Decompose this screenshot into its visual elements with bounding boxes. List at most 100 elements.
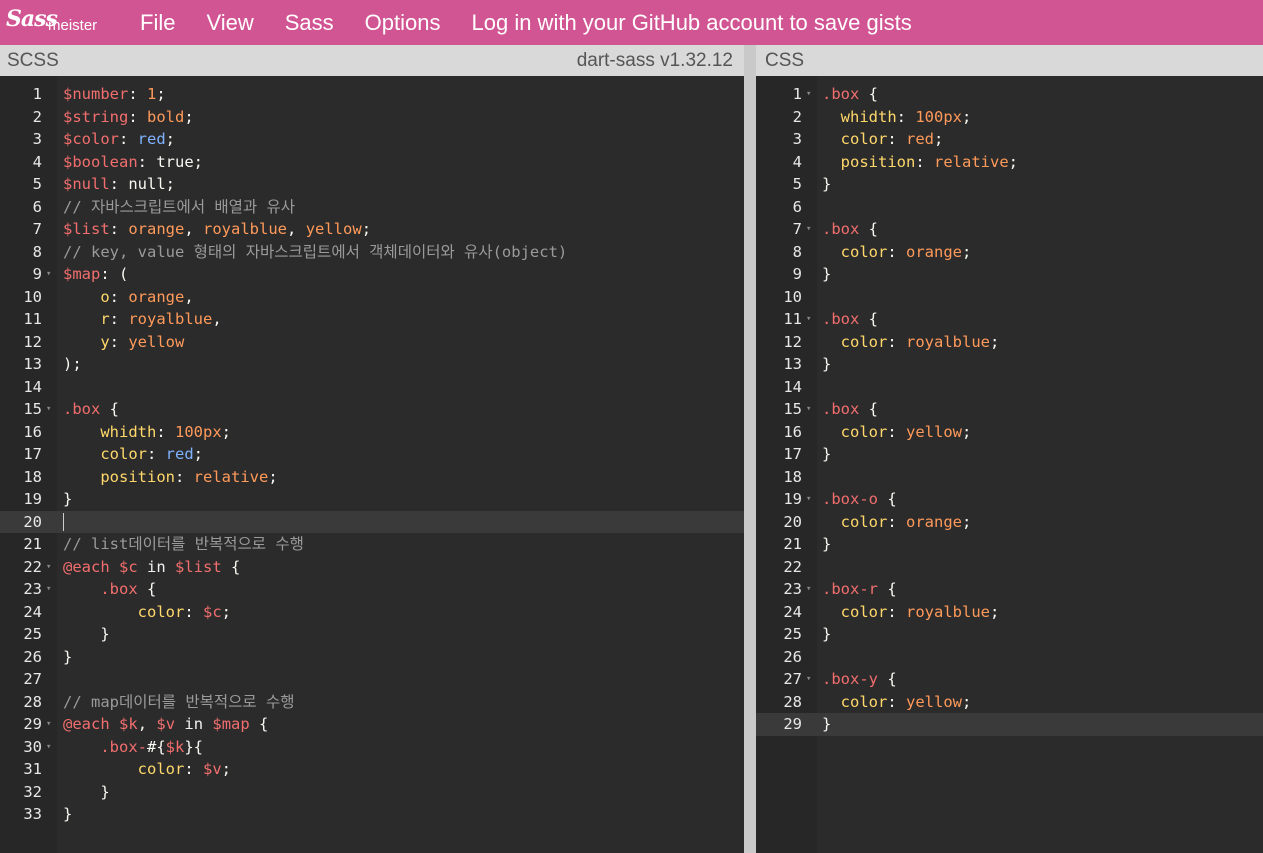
- fold-arrow-icon[interactable]: ▾: [806, 308, 811, 331]
- line-number: 33: [23, 805, 42, 823]
- code-text: }: [822, 715, 832, 733]
- code-line[interactable]: 31 color: $v;: [0, 758, 744, 781]
- code-line[interactable]: 9}: [756, 263, 1263, 286]
- line-number: 20: [23, 512, 42, 531]
- code-line[interactable]: 22 ▾ @each $c in $list {: [0, 556, 744, 579]
- code-line[interactable]: 28 color: yellow;: [756, 691, 1263, 714]
- code-line[interactable]: 30 ▾ .box-#{$k}{: [0, 736, 744, 759]
- fold-arrow-icon[interactable]: ▾: [806, 398, 811, 421]
- code-line[interactable]: 23 ▾ .box-r {: [756, 578, 1263, 601]
- code-line[interactable]: 5 $null: null;: [0, 173, 744, 196]
- code-line[interactable]: 19}: [0, 488, 744, 511]
- code-line[interactable]: 2 $string: bold;: [0, 106, 744, 129]
- compiler-version-selector[interactable]: dart-sass v1.32.12: [577, 45, 733, 76]
- code-line[interactable]: 29}: [756, 713, 1263, 736]
- fold-arrow-icon[interactable]: ▾: [46, 556, 51, 579]
- code-line[interactable]: 6: [756, 196, 1263, 219]
- fold-arrow-icon[interactable]: ▾: [806, 578, 811, 601]
- code-line[interactable]: 9 ▾ $map: (: [0, 263, 744, 286]
- scss-editor[interactable]: 1 $number: 1; 2 $string: bold; 3 $color: red;…: [0, 76, 744, 853]
- code-text: .box {: [822, 220, 878, 238]
- menu-options[interactable]: Options: [365, 10, 441, 36]
- code-line[interactable]: 20 color: orange;: [756, 511, 1263, 534]
- code-line[interactable]: 5}: [756, 173, 1263, 196]
- code-line[interactable]: 8 // key, value 형태의 자바스크립트에서 객체데이터와 유사(ob…: [0, 241, 744, 264]
- fold-arrow-icon[interactable]: ▾: [46, 398, 51, 421]
- code-line[interactable]: 4 position: relative;: [756, 151, 1263, 174]
- code-line[interactable]: 19 ▾ .box-o {: [756, 488, 1263, 511]
- code-line[interactable]: 32 }: [0, 781, 744, 804]
- code-line[interactable]: 25 }: [0, 623, 744, 646]
- code-text: color: royalblue;: [840, 332, 1000, 351]
- fold-arrow-icon[interactable]: ▾: [46, 263, 51, 286]
- code-line[interactable]: 21}: [756, 533, 1263, 556]
- code-line[interactable]: 23 ▾ .box {: [0, 578, 744, 601]
- code-line[interactable]: 27 ▾ .box-y {: [756, 668, 1263, 691]
- scss-code[interactable]: 1 $number: 1; 2 $string: bold; 3 $color: red;…: [0, 83, 744, 826]
- code-line[interactable]: 27: [0, 668, 744, 691]
- code-line[interactable]: 7 $list: orange, royalblue, yellow;: [0, 218, 744, 241]
- code-text: }: [822, 175, 832, 193]
- fold-arrow-icon[interactable]: ▾: [806, 218, 811, 241]
- code-line[interactable]: 2 whidth: 100px;: [756, 106, 1263, 129]
- code-line[interactable]: 15 ▾ .box {: [0, 398, 744, 421]
- code-line[interactable]: 33}: [0, 803, 744, 826]
- code-line[interactable]: 28 // map데이터를 반복적으로 수행: [0, 691, 744, 714]
- code-line[interactable]: 20: [0, 510, 744, 533]
- code-line[interactable]: 8 color: orange;: [756, 241, 1263, 264]
- code-text: color: orange;: [840, 512, 972, 531]
- line-number: 5: [32, 175, 42, 193]
- fold-arrow-icon[interactable]: ▾: [806, 488, 811, 511]
- code-line[interactable]: 12 color: royalblue;: [756, 331, 1263, 354]
- code-line[interactable]: 13);: [0, 353, 744, 376]
- css-editor[interactable]: 1 ▾ .box {2 whidth: 100px; 3 color: red; 4 p…: [756, 76, 1263, 853]
- pane-divider[interactable]: [744, 45, 756, 853]
- code-line[interactable]: 24 color: royalblue;: [756, 601, 1263, 624]
- code-line[interactable]: 11 r: royalblue,: [0, 308, 744, 331]
- code-line[interactable]: 16 color: yellow;: [756, 421, 1263, 444]
- code-line[interactable]: 6 // 자바스크립트에서 배열과 유사: [0, 196, 744, 219]
- fold-arrow-icon[interactable]: ▾: [46, 713, 51, 736]
- code-line[interactable]: 14: [0, 376, 744, 399]
- menu-view[interactable]: View: [206, 10, 253, 36]
- code-line[interactable]: 7 ▾ .box {: [756, 218, 1263, 241]
- fold-arrow-icon[interactable]: ▾: [806, 668, 811, 691]
- fold-arrow-icon[interactable]: ▾: [46, 736, 51, 759]
- fold-arrow-icon[interactable]: ▾: [806, 83, 811, 106]
- code-line[interactable]: 14: [756, 376, 1263, 399]
- code-text: }: [822, 445, 832, 463]
- code-line[interactable]: 11 ▾ .box {: [756, 308, 1263, 331]
- css-code[interactable]: 1 ▾ .box {2 whidth: 100px; 3 color: red; 4 p…: [756, 83, 1263, 736]
- menu-file[interactable]: File: [140, 10, 175, 36]
- code-line[interactable]: 1 ▾ .box {: [756, 83, 1263, 106]
- code-line[interactable]: 3 color: red;: [756, 128, 1263, 151]
- menu-sass[interactable]: Sass: [285, 10, 334, 36]
- code-line[interactable]: 12 y: yellow: [0, 331, 744, 354]
- code-text: );: [63, 355, 82, 373]
- code-line[interactable]: 29 ▾ @each $k, $v in $map {: [0, 713, 744, 736]
- code-text: position: relative;: [100, 467, 278, 486]
- main-menu: File View Sass Options Log in with your …: [110, 0, 912, 45]
- code-line[interactable]: 3 $color: red;: [0, 128, 744, 151]
- code-line[interactable]: 21 // list데이터를 반복적으로 수행: [0, 533, 744, 556]
- code-line[interactable]: 26: [756, 646, 1263, 669]
- code-line[interactable]: 17 color: red;: [0, 443, 744, 466]
- line-number: 1: [792, 85, 802, 103]
- sassmeister-logo[interactable]: Sass meister: [0, 0, 110, 45]
- code-line[interactable]: 24 color: $c;: [0, 601, 744, 624]
- code-line[interactable]: 25}: [756, 623, 1263, 646]
- code-line[interactable]: 18: [756, 466, 1263, 489]
- github-login-link[interactable]: Log in with your GitHub account to save …: [472, 10, 912, 36]
- fold-arrow-icon[interactable]: ▾: [46, 578, 51, 601]
- code-line[interactable]: 15 ▾ .box {: [756, 398, 1263, 421]
- code-line[interactable]: 13}: [756, 353, 1263, 376]
- code-line[interactable]: 10 o: orange,: [0, 286, 744, 309]
- code-line[interactable]: 16 whidth: 100px;: [0, 421, 744, 444]
- code-line[interactable]: 26}: [0, 646, 744, 669]
- code-line[interactable]: 17}: [756, 443, 1263, 466]
- code-line[interactable]: 18 position: relative;: [0, 466, 744, 489]
- code-line[interactable]: 22: [756, 556, 1263, 579]
- code-line[interactable]: 1 $number: 1;: [0, 83, 744, 106]
- code-line[interactable]: 4 $boolean: true;: [0, 151, 744, 174]
- code-line[interactable]: 10: [756, 286, 1263, 309]
